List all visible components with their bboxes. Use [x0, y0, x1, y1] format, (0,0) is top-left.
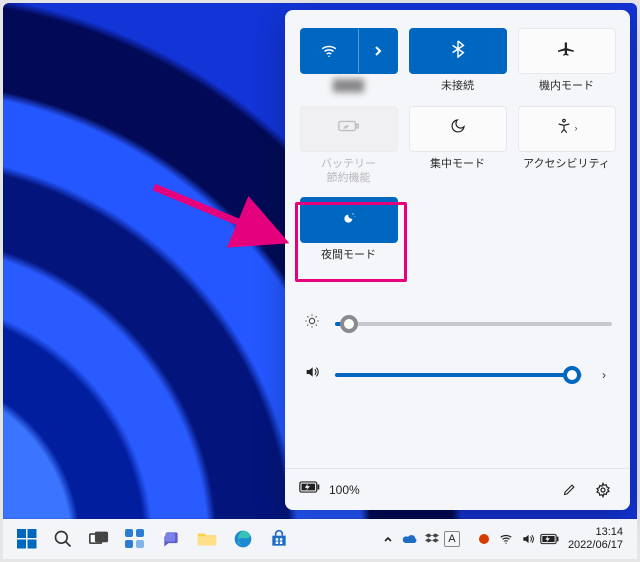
brightness-slider[interactable] — [335, 322, 612, 326]
accessibility-tile[interactable]: › — [518, 106, 616, 152]
night-light-label: 夜間モード — [321, 249, 376, 263]
wifi-expand-button[interactable] — [358, 29, 396, 73]
tray-volume-icon[interactable] — [518, 527, 538, 551]
task-view-button[interactable] — [83, 523, 115, 555]
tray-battery-icon[interactable] — [540, 527, 560, 551]
moon-icon — [450, 118, 466, 139]
tray-dropbox-icon[interactable] — [422, 527, 442, 551]
focus-label: 集中モード — [430, 158, 485, 172]
store-button[interactable] — [263, 523, 295, 555]
battery-saver-tile[interactable] — [300, 106, 398, 152]
tray-todo-icon[interactable] — [474, 527, 494, 551]
search-button[interactable] — [47, 523, 79, 555]
edit-button[interactable] — [556, 477, 582, 503]
tray-overflow-button[interactable] — [378, 527, 398, 551]
chat-button[interactable] — [155, 523, 187, 555]
taskbar-clock[interactable]: 13:14 2022/06/17 — [562, 526, 629, 552]
battery-status-icon — [299, 480, 321, 499]
taskbar: A 13:14 2022/06/17 — [3, 519, 637, 559]
airplane-label: 機内モード — [539, 80, 594, 94]
bluetooth-label: 未接続 — [441, 80, 474, 94]
tray-onedrive-icon[interactable] — [400, 527, 420, 551]
settings-button[interactable] — [590, 477, 616, 503]
quick-settings-panel: ████ 未接続 — [285, 10, 630, 510]
wifi-icon — [301, 29, 359, 73]
volume-slider-row: › — [299, 364, 616, 385]
airplane-tile[interactable] — [518, 28, 616, 74]
start-button[interactable] — [11, 523, 43, 555]
edge-button[interactable] — [227, 523, 259, 555]
tray-ime-icon[interactable]: A — [444, 531, 460, 547]
taskbar-pinned-apps — [11, 523, 295, 555]
night-light-tile[interactable] — [300, 197, 398, 243]
tray-wifi-icon[interactable] — [496, 527, 516, 551]
bluetooth-tile[interactable] — [409, 28, 507, 74]
leaf-battery-icon — [338, 118, 360, 139]
wifi-tile[interactable] — [300, 28, 398, 74]
accessibility-label: アクセシビリティ — [523, 158, 610, 172]
volume-slider[interactable] — [335, 373, 582, 377]
explorer-button[interactable] — [191, 523, 223, 555]
chevron-right-icon: › — [575, 123, 578, 133]
battery-level-text: 100% — [329, 483, 360, 497]
widgets-button[interactable] — [119, 523, 151, 555]
clock-time: 13:14 — [568, 526, 623, 539]
clock-date: 2022/06/17 — [568, 539, 623, 552]
accessibility-icon — [556, 118, 572, 139]
brightness-icon — [303, 313, 321, 334]
volume-icon — [303, 364, 321, 385]
panel-footer: 100% — [285, 468, 630, 510]
airplane-icon — [558, 40, 576, 63]
night-light-icon — [341, 210, 357, 231]
brightness-slider-row — [299, 313, 616, 334]
bluetooth-icon — [451, 40, 465, 63]
wifi-label: ████ — [333, 80, 364, 94]
focus-tile[interactable] — [409, 106, 507, 152]
battery-saver-label: バッテリー 節約機能 — [321, 158, 376, 186]
volume-expand-button[interactable]: › — [596, 368, 612, 382]
